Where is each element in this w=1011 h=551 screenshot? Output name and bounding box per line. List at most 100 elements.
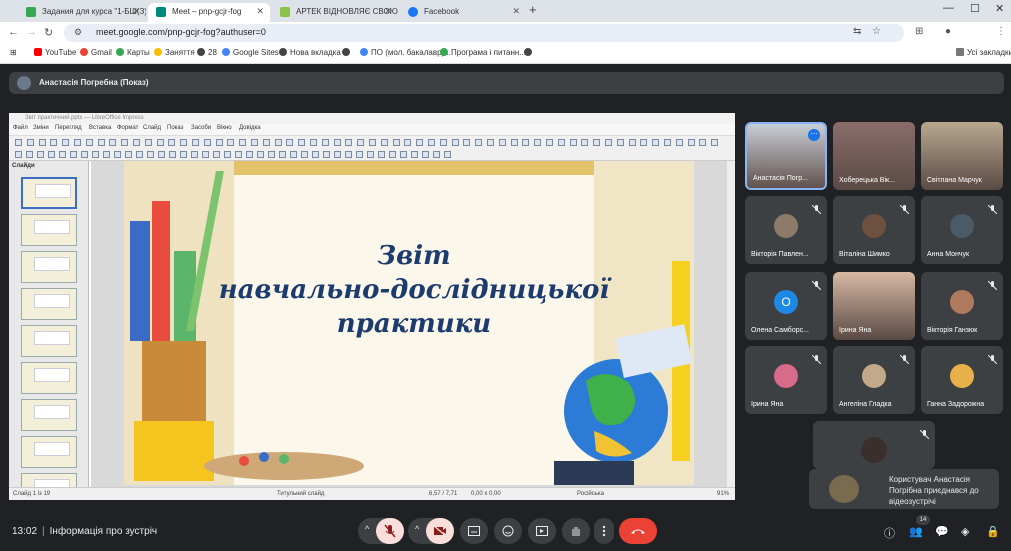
bookmark-zaniattia[interactable]: Заняття [154,48,195,57]
site-info-icon[interactable]: ⚙ [74,27,82,38]
bookmark-new-tab[interactable]: Нова вкладка [279,48,341,57]
chat-icon[interactable]: 💬 [935,525,949,538]
drawing-tool-icon[interactable] [246,151,253,158]
drawing-tool-icon[interactable] [345,151,352,158]
drawing-tool-icon[interactable] [279,151,286,158]
toolbar-button-icon[interactable] [227,139,235,146]
toolbar-button-icon[interactable] [392,139,400,146]
translate-icon[interactable]: ⇆ [853,26,861,37]
close-window-icon[interactable]: ✕ [995,2,1004,15]
slide-thumbnail[interactable] [21,436,77,468]
drawing-tool-icon[interactable] [444,151,451,158]
minimize-icon[interactable]: — [943,2,954,14]
raise-hand-button[interactable] [562,518,590,544]
camera-options-chevron-icon[interactable]: ^ [415,524,419,534]
drawing-tool-icon[interactable] [70,151,77,158]
bookmark-blank[interactable] [524,48,535,57]
toolbar-button-icon[interactable] [475,139,483,146]
impress-sidebar-deck[interactable] [727,161,735,487]
drawing-tool-icon[interactable] [323,151,330,158]
close-tab-icon[interactable]: ✕ [256,3,264,20]
drawing-tool-icon[interactable] [48,151,55,158]
toolbar-button-icon[interactable] [628,139,636,146]
browser-tab[interactable]: Задания для курса "1-БШ(З), 3 ✕ [18,3,146,22]
slide-thumbnail[interactable] [21,177,77,209]
menu-item[interactable]: Вставка [89,125,111,131]
captions-button[interactable] [460,518,488,544]
more-options-button[interactable] [594,518,614,544]
people-icon[interactable]: 👥 [909,525,923,538]
toolbar-button-icon[interactable] [416,139,424,146]
toolbar-button-icon[interactable] [404,139,412,146]
bookmark-youtube[interactable]: YouTube [34,48,76,57]
toolbar-button-icon[interactable] [286,139,294,146]
slide-thumbnail[interactable] [21,325,77,357]
toolbar-button-icon[interactable] [711,139,719,146]
drawing-tool-icon[interactable] [103,151,110,158]
slide-thumbnail[interactable] [21,399,77,431]
drawing-tool-icon[interactable] [213,151,220,158]
maximize-icon[interactable]: ☐ [970,2,980,15]
bookmark-google-sites[interactable]: Google Sites [222,48,279,57]
toolbar-button-icon[interactable] [298,139,306,146]
drawing-tool-icon[interactable] [334,151,341,158]
close-tab-icon[interactable]: ✕ [384,3,392,20]
present-button[interactable] [528,518,556,544]
toolbar-button-icon[interactable] [463,139,471,146]
toolbar-button-icon[interactable] [74,139,81,146]
drawing-tool-icon[interactable] [191,151,198,158]
toolbar-button-icon[interactable] [192,139,199,146]
drawing-tool-icon[interactable] [400,151,407,158]
toolbar-button-icon[interactable] [26,139,34,146]
menu-item[interactable]: Слайд [143,125,161,131]
host-controls-icon[interactable]: 🔒 [986,525,1000,538]
camera-toggle-button[interactable] [426,518,454,544]
toolbar-button-icon[interactable] [109,139,117,146]
emoji-button[interactable] [494,518,522,544]
toolbar-button-icon[interactable] [522,139,530,146]
participant-tile[interactable]: Ірина Яна [745,346,827,414]
toolbar-button-icon[interactable] [50,139,58,146]
toolbar-button-icon[interactable] [687,139,695,146]
menu-item[interactable]: Перегляд [55,125,82,131]
toolbar-button-icon[interactable] [85,139,93,146]
toolbar-button-icon[interactable] [569,139,577,146]
toolbar-button-icon[interactable] [357,139,365,146]
menu-dots-icon[interactable]: ⋮ [996,26,1006,37]
toolbar-button-icon[interactable] [251,139,258,146]
drawing-tool-icon[interactable] [180,151,187,158]
toolbar-button-icon[interactable] [605,139,612,146]
drawing-tool-icon[interactable] [411,151,418,158]
menu-item[interactable]: Зміни [33,125,49,131]
toolbar-button-icon[interactable] [144,139,152,146]
close-tab-icon[interactable]: ✕ [132,3,140,20]
drawing-tool-icon[interactable] [433,151,440,158]
toolbar-button-icon[interactable] [121,139,129,146]
participant-tile[interactable]: Вікторія Ганзюк [921,272,1003,340]
drawing-tool-icon[interactable] [257,151,264,158]
browser-tab[interactable]: АРТЕК ВІДНОВЛЯЄ СВОЮ ДІЯЛЬ ✕ [272,3,398,22]
extensions-icon[interactable]: ⊞ [915,26,923,37]
toolbar-button-icon[interactable] [38,139,46,146]
drawing-tool-icon[interactable] [422,151,429,158]
drawing-tool-icon[interactable] [37,151,44,158]
menu-item[interactable]: Файл [13,125,28,131]
drawing-tool-icon[interactable] [268,151,275,158]
bookmark-po[interactable]: ПО (мол. бакалавр)... [360,48,451,57]
toolbar-button-icon[interactable] [274,139,282,146]
menu-item[interactable]: Показ [167,125,183,131]
drawing-tool-icon[interactable] [389,151,396,158]
browser-tab[interactable]: Facebook ✕ [400,3,526,22]
reload-icon[interactable]: ↻ [44,26,53,39]
all-bookmarks[interactable]: Усі закладки [956,48,1011,57]
toolbar-button-icon[interactable] [321,139,329,146]
toolbar-button-icon[interactable] [215,139,223,146]
drawing-tool-icon[interactable] [235,151,242,158]
participant-tile[interactable]: Світлана Марчук [921,122,1003,190]
drawing-tool-icon[interactable] [224,151,231,158]
slide-thumbnail[interactable] [21,362,77,394]
toolbar-button-icon[interactable] [345,139,353,146]
participant-tile[interactable]: Ангеліна Гладка [833,346,915,414]
slide-thumbnail[interactable] [21,251,77,283]
drawing-tool-icon[interactable] [114,151,121,158]
